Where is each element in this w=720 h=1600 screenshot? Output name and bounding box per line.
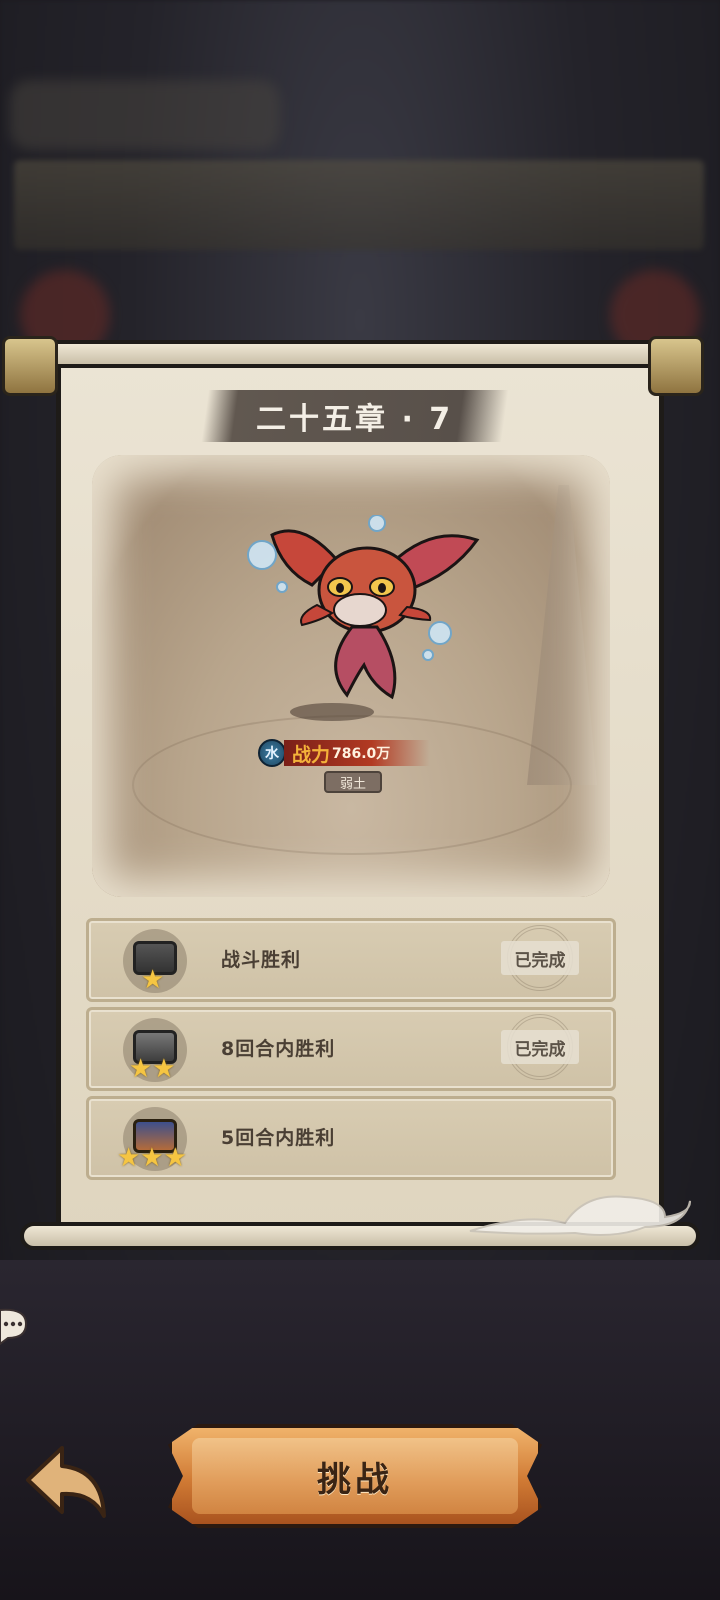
- chapter-title: 二十五章 · 7: [256, 402, 454, 437]
- cloud-ornament: [469, 1195, 692, 1236]
- objective-label: 8回合内胜利: [221, 1038, 336, 1060]
- enemy-power-row: 水 战力 786.0万: [258, 735, 431, 771]
- objective-label: 5回合内胜利: [221, 1127, 336, 1149]
- star-icon: ★: [141, 965, 165, 995]
- stage-vignette: [92, 455, 610, 897]
- objective-row: ★★★ 5回合内胜利: [86, 1096, 616, 1180]
- objective-row: ★ 战斗胜利 已完成: [86, 918, 616, 1002]
- element-badge: 水: [258, 739, 286, 767]
- scroll-top-rod: [20, 340, 700, 368]
- enemy-rank-tag: 弱土: [324, 771, 382, 793]
- background-title-blur: [10, 80, 280, 150]
- scroll-cap-right: [648, 336, 704, 396]
- power-bar: 战力 786.0万: [284, 740, 431, 766]
- power-value: 786.0万: [332, 746, 391, 762]
- background-banner-blur: [14, 160, 704, 250]
- completed-stamp: 已完成: [501, 1030, 579, 1064]
- objective-row: ★★ 8回合内胜利 已完成: [86, 1007, 616, 1091]
- star-icon: ★★: [129, 1054, 176, 1084]
- completed-stamp: 已完成: [501, 941, 579, 975]
- chat-bubble-icon[interactable]: [0, 1306, 28, 1346]
- challenge-button[interactable]: 挑战: [168, 1424, 542, 1528]
- scroll-cap-left: [2, 336, 58, 396]
- enemy-stage: [92, 455, 610, 897]
- back-arrow-icon[interactable]: [22, 1440, 108, 1520]
- chapter-banner: 二十五章 · 7: [201, 390, 509, 442]
- power-label: 战力: [292, 743, 331, 766]
- challenge-button-label: 挑战: [317, 1459, 393, 1500]
- objective-label: 战斗胜利: [221, 949, 302, 971]
- star-icon: ★★★: [117, 1143, 187, 1173]
